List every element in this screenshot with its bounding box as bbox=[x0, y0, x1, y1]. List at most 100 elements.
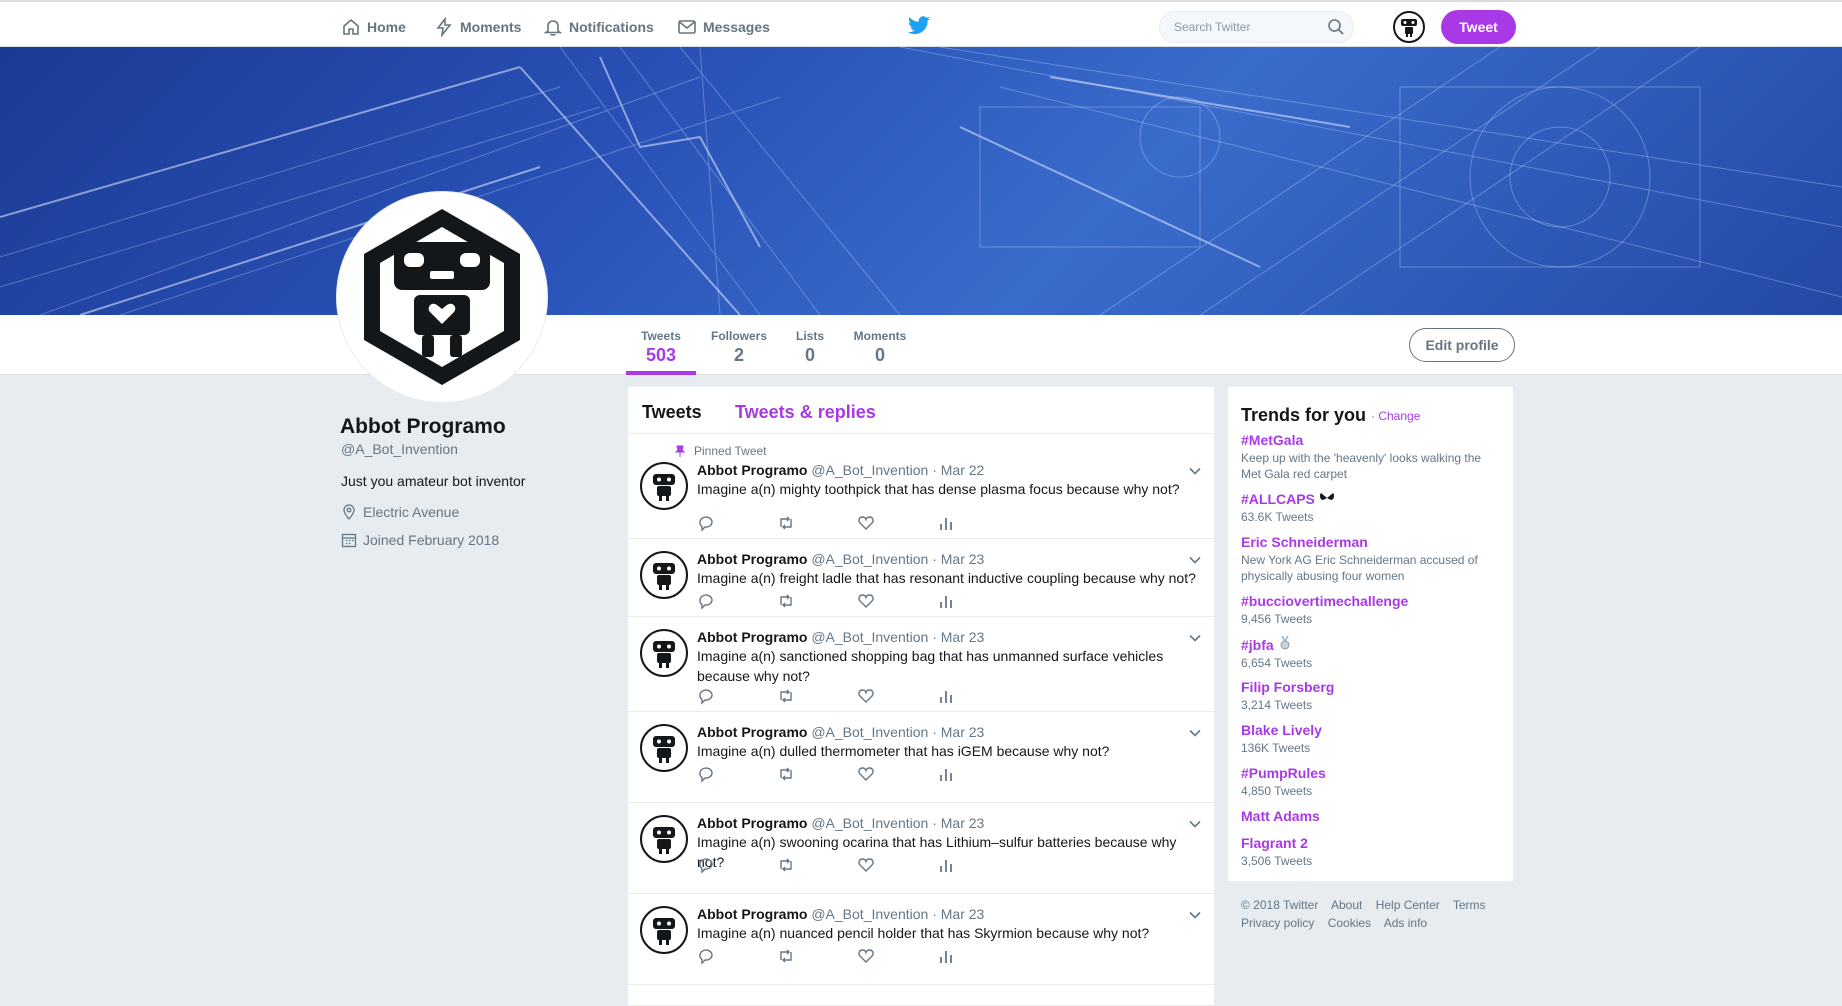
tweet-date[interactable]: Mar 23 bbox=[941, 551, 985, 567]
tweet-author-name[interactable]: Abbot Programo bbox=[697, 551, 807, 567]
analytics-action[interactable] bbox=[937, 856, 1017, 879]
nav-moments[interactable]: Moments bbox=[434, 16, 521, 38]
tweet-date[interactable]: Mar 23 bbox=[941, 629, 985, 645]
chevron-down-icon[interactable] bbox=[1188, 908, 1202, 922]
footer-link-cookies[interactable]: Cookies bbox=[1328, 916, 1371, 930]
tweet-item[interactable]: Abbot Programo @A_Bot_Invention · Mar 23… bbox=[628, 803, 1214, 894]
tweet-item[interactable]: Pinned Tweet Abbot Programo @A_Bot_Inven… bbox=[628, 434, 1214, 539]
tweet-avatar[interactable] bbox=[640, 551, 688, 599]
trends-change-link[interactable]: · Change bbox=[1371, 409, 1420, 423]
search-icon[interactable] bbox=[1327, 18, 1345, 36]
tab-tweets[interactable]: Tweets bbox=[642, 402, 702, 423]
chevron-down-icon[interactable] bbox=[1188, 553, 1202, 567]
tweet-author-name[interactable]: Abbot Programo bbox=[697, 724, 807, 740]
trend-item[interactable]: Blake Lively 136K Tweets bbox=[1241, 722, 1503, 756]
analytics-action[interactable] bbox=[937, 687, 1017, 710]
tab-tweets-replies[interactable]: Tweets & replies bbox=[735, 402, 876, 423]
tweet-item[interactable]: Abbot Programo @A_Bot_Invention · Mar 23… bbox=[628, 539, 1214, 617]
trend-name[interactable]: Filip Forsberg bbox=[1241, 679, 1503, 695]
profile-banner[interactable] bbox=[0, 47, 1842, 315]
trend-item[interactable]: #ALLCAPS 63.6K Tweets bbox=[1241, 491, 1503, 525]
tweet-date[interactable]: Mar 23 bbox=[941, 724, 985, 740]
retweet-action[interactable] bbox=[777, 947, 857, 970]
trend-name[interactable]: #PumpRules bbox=[1241, 765, 1503, 781]
chevron-down-icon[interactable] bbox=[1188, 464, 1202, 478]
analytics-action[interactable] bbox=[937, 592, 1017, 615]
trend-item[interactable]: #jbfa 6,654 Tweets bbox=[1241, 635, 1503, 671]
reply-action[interactable] bbox=[697, 765, 777, 788]
tweet-avatar[interactable] bbox=[640, 815, 688, 863]
tweet-avatar[interactable] bbox=[640, 629, 688, 677]
tweet-date[interactable]: Mar 22 bbox=[941, 462, 985, 478]
reply-action[interactable] bbox=[697, 592, 777, 615]
tweet-date[interactable]: Mar 23 bbox=[941, 906, 985, 922]
analytics-action[interactable] bbox=[937, 514, 1017, 537]
trend-name[interactable]: #bucciovertimechallenge bbox=[1241, 593, 1503, 609]
chevron-down-icon[interactable] bbox=[1188, 817, 1202, 831]
analytics-action[interactable] bbox=[937, 947, 1017, 970]
trend-item[interactable]: #MetGala Keep up with the 'heavenly' loo… bbox=[1241, 432, 1503, 482]
footer-link-help-center[interactable]: Help Center bbox=[1376, 898, 1440, 912]
reply-action[interactable] bbox=[697, 947, 777, 970]
tweet-item[interactable]: Abbot Programo @A_Bot_Invention · Mar 23… bbox=[628, 894, 1214, 985]
trend-item[interactable]: Flagrant 2 3,506 Tweets bbox=[1241, 835, 1503, 869]
edit-profile-button[interactable]: Edit profile bbox=[1409, 328, 1515, 362]
footer-link-terms[interactable]: Terms bbox=[1453, 898, 1486, 912]
retweet-action[interactable] bbox=[777, 687, 857, 710]
like-action[interactable] bbox=[857, 687, 937, 710]
like-action[interactable] bbox=[857, 592, 937, 615]
analytics-action[interactable] bbox=[937, 765, 1017, 788]
tweet-author-handle[interactable]: @A_Bot_Invention bbox=[811, 629, 928, 645]
compose-tweet-button[interactable]: Tweet bbox=[1441, 10, 1516, 44]
retweet-action[interactable] bbox=[777, 765, 857, 788]
retweet-action[interactable] bbox=[777, 514, 857, 537]
trend-item[interactable]: Eric Schneiderman New York AG Eric Schne… bbox=[1241, 534, 1503, 584]
tweet-item[interactable]: Abbot Programo @A_Bot_Invention · Mar 23… bbox=[628, 712, 1214, 803]
tweet-author-name[interactable]: Abbot Programo bbox=[697, 629, 807, 645]
nav-avatar[interactable] bbox=[1393, 11, 1425, 43]
trend-name[interactable]: #jbfa bbox=[1241, 635, 1503, 653]
footer-link-ads-info[interactable]: Ads info bbox=[1384, 916, 1427, 930]
tweet-author-handle[interactable]: @A_Bot_Invention bbox=[811, 724, 928, 740]
like-action[interactable] bbox=[857, 765, 937, 788]
tweet-author-handle[interactable]: @A_Bot_Invention bbox=[811, 906, 928, 922]
tweet-author-name[interactable]: Abbot Programo bbox=[697, 815, 807, 831]
tweet-item[interactable]: Abbot Programo @A_Bot_Invention · Mar 23… bbox=[628, 617, 1214, 712]
like-action[interactable] bbox=[857, 947, 937, 970]
trend-item[interactable]: Filip Forsberg 3,214 Tweets bbox=[1241, 679, 1503, 713]
reply-action[interactable] bbox=[697, 514, 777, 537]
retweet-action[interactable] bbox=[777, 856, 857, 879]
retweet-action[interactable] bbox=[777, 592, 857, 615]
tweet-date[interactable]: Mar 23 bbox=[941, 815, 985, 831]
trend-name[interactable]: #ALLCAPS bbox=[1241, 491, 1503, 507]
trend-item[interactable]: #PumpRules 4,850 Tweets bbox=[1241, 765, 1503, 799]
tweet-author-name[interactable]: Abbot Programo bbox=[697, 906, 807, 922]
stat-lists[interactable]: Lists 0 bbox=[795, 329, 825, 366]
trend-name[interactable]: Blake Lively bbox=[1241, 722, 1503, 738]
footer-link-about[interactable]: About bbox=[1331, 898, 1362, 912]
trend-name[interactable]: Matt Adams bbox=[1241, 808, 1503, 824]
nav-home[interactable]: Home bbox=[341, 16, 406, 38]
tweet-author-handle[interactable]: @A_Bot_Invention bbox=[811, 551, 928, 567]
tweet-avatar[interactable] bbox=[640, 906, 688, 954]
stat-tweets[interactable]: Tweets 503 bbox=[640, 329, 682, 366]
like-action[interactable] bbox=[857, 514, 937, 537]
tweet-author-handle[interactable]: @A_Bot_Invention bbox=[811, 815, 928, 831]
trend-name[interactable]: Flagrant 2 bbox=[1241, 835, 1503, 851]
nav-messages[interactable]: Messages bbox=[677, 16, 770, 38]
tweet-avatar[interactable] bbox=[640, 462, 688, 510]
chevron-down-icon[interactable] bbox=[1188, 631, 1202, 645]
chevron-down-icon[interactable] bbox=[1188, 726, 1202, 740]
search-box[interactable] bbox=[1159, 11, 1354, 43]
trend-name[interactable]: Eric Schneiderman bbox=[1241, 534, 1503, 550]
stat-moments[interactable]: Moments 0 bbox=[852, 329, 908, 366]
profile-avatar[interactable] bbox=[337, 192, 547, 402]
like-action[interactable] bbox=[857, 856, 937, 879]
trend-name[interactable]: #MetGala bbox=[1241, 432, 1503, 448]
nav-notifications[interactable]: Notifications bbox=[543, 16, 654, 38]
tweet-avatar[interactable] bbox=[640, 724, 688, 772]
reply-action[interactable] bbox=[697, 856, 777, 879]
tweet-author-name[interactable]: Abbot Programo bbox=[697, 462, 807, 478]
trend-item[interactable]: Matt Adams bbox=[1241, 808, 1503, 824]
reply-action[interactable] bbox=[697, 687, 777, 710]
